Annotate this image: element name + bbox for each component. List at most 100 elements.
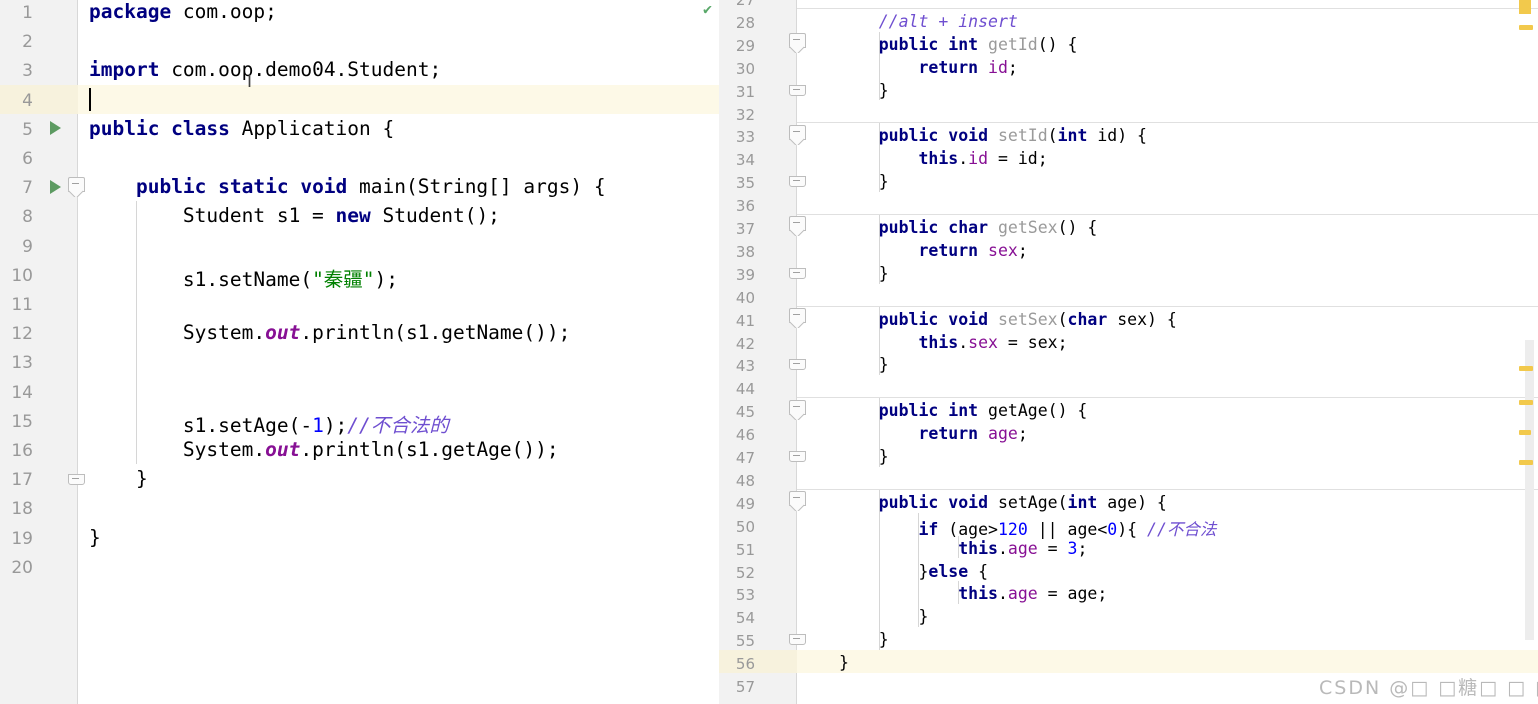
line-number[interactable]: 40: [719, 289, 797, 307]
code-line[interactable]: }: [797, 653, 849, 672]
line-number[interactable]: 48: [719, 472, 797, 490]
code-line[interactable]: }: [797, 264, 889, 283]
line-number[interactable]: 57: [719, 678, 797, 696]
line-number[interactable]: 19: [0, 529, 78, 549]
line-number[interactable]: 36: [719, 197, 797, 215]
fold-end-icon[interactable]: [789, 634, 806, 646]
code-line[interactable]: public int getAge() {: [797, 401, 1088, 420]
line-number[interactable]: 50: [719, 518, 797, 536]
code-line[interactable]: this.age = age;: [797, 584, 1107, 603]
editor-pane-right[interactable]: 27 28 29 30 31 32 33 34 35 36 37 38 39 40 41 42 43 44 45 46…: [719, 0, 1538, 704]
line-number[interactable]: 47: [719, 449, 797, 467]
warning-marker[interactable]: [1519, 25, 1533, 30]
code-line[interactable]: this.id = id;: [797, 149, 1047, 168]
line-number[interactable]: 29: [719, 37, 797, 55]
line-number[interactable]: 28: [719, 14, 797, 32]
line-number[interactable]: 20: [0, 558, 78, 578]
code-line[interactable]: }: [797, 607, 928, 626]
code-line[interactable]: }: [797, 81, 889, 100]
line-number[interactable]: 6: [0, 149, 78, 169]
code-line[interactable]: import com.oop.demo04.Student;: [78, 58, 441, 81]
code-line[interactable]: public void setId(int id) {: [797, 126, 1147, 145]
line-number[interactable]: 17: [0, 470, 78, 490]
fold-end-icon[interactable]: [68, 474, 85, 486]
line-number[interactable]: 37: [719, 220, 797, 238]
code-line[interactable]: package com.oop;: [78, 0, 277, 23]
line-number[interactable]: 51: [719, 541, 797, 559]
code-line[interactable]: this.age = 3;: [797, 539, 1087, 558]
line-number[interactable]: 15: [0, 412, 78, 432]
line-number[interactable]: 46: [719, 426, 797, 444]
code-line[interactable]: if (age>120 || age<0){ //不合法: [797, 516, 1216, 540]
line-number[interactable]: 39: [719, 266, 797, 284]
vertical-scrollbar-thumb[interactable]: [1525, 340, 1534, 640]
line-number[interactable]: 55: [719, 632, 797, 650]
code-line[interactable]: System.out.println(s1.getName());: [78, 321, 570, 344]
code-line[interactable]: public static void main(String[] args) {: [78, 175, 606, 198]
line-number[interactable]: 1: [0, 3, 78, 23]
code-line[interactable]: return age;: [797, 424, 1027, 443]
line-number[interactable]: 42: [719, 335, 797, 353]
code-line[interactable]: s1.setAge(-1);//不合法的: [78, 409, 449, 438]
line-number[interactable]: 2: [0, 32, 78, 52]
code-line[interactable]: this.sex = sex;: [797, 333, 1067, 352]
line-number[interactable]: 8: [0, 207, 78, 227]
code-line[interactable]: //alt + insert: [797, 12, 1018, 31]
run-gutter-arrow-icon[interactable]: [50, 121, 61, 136]
code-line[interactable]: }else {: [797, 562, 988, 581]
code-line[interactable]: }: [797, 447, 889, 466]
line-number[interactable]: 38: [719, 243, 797, 261]
code-content-right[interactable]: //alt + insert public int getId() { retu…: [789, 0, 1538, 704]
line-number[interactable]: 27: [719, 0, 797, 9]
inspection-ok-checkmark-icon[interactable]: ✔: [703, 2, 712, 17]
line-number[interactable]: 53: [719, 586, 797, 604]
line-number[interactable]: 30: [719, 60, 797, 78]
code-line[interactable]: }: [78, 526, 101, 549]
code-line[interactable]: public int getId() {: [797, 35, 1078, 54]
code-line[interactable]: }: [797, 355, 889, 374]
line-number[interactable]: 4: [0, 91, 78, 111]
line-number[interactable]: 45: [719, 403, 797, 421]
line-number-gutter-right[interactable]: 27 28 29 30 31 32 33 34 35 36 37 38 39 40 41 42 43 44 45 46…: [719, 0, 797, 704]
code-line[interactable]: }: [797, 172, 889, 191]
code-line[interactable]: Student s1 = new Student();: [78, 204, 500, 227]
line-number[interactable]: 41: [719, 312, 797, 330]
line-number[interactable]: 13: [0, 353, 78, 373]
line-number[interactable]: 44: [719, 380, 797, 398]
code-line[interactable]: public char getSex() {: [797, 218, 1098, 237]
warning-marker[interactable]: [1519, 366, 1533, 371]
code-line[interactable]: public void setSex(char sex) {: [797, 310, 1177, 329]
code-line[interactable]: }: [797, 630, 889, 649]
line-number[interactable]: 32: [719, 106, 797, 124]
line-number[interactable]: 18: [0, 499, 78, 519]
code-line[interactable]: return sex;: [797, 241, 1027, 260]
line-number[interactable]: 56: [719, 655, 797, 673]
line-number[interactable]: 11: [0, 295, 78, 315]
line-number[interactable]: 54: [719, 609, 797, 627]
line-number[interactable]: 3: [0, 61, 78, 81]
line-number[interactable]: 52: [719, 564, 797, 582]
line-number[interactable]: 35: [719, 174, 797, 192]
warning-marker[interactable]: [1519, 460, 1533, 465]
line-number[interactable]: 12: [0, 324, 78, 344]
code-line[interactable]: System.out.println(s1.getAge());: [78, 438, 559, 461]
code-line[interactable]: public void setAge(int age) {: [797, 493, 1167, 512]
code-content-left[interactable]: package com.oop; import com.oop.demo04.St…: [68, 0, 719, 704]
code-line[interactable]: }: [78, 467, 148, 490]
line-number[interactable]: 9: [0, 237, 78, 257]
line-number[interactable]: 7: [0, 178, 78, 198]
line-number[interactable]: 16: [0, 441, 78, 461]
line-number[interactable]: 5: [0, 120, 78, 140]
line-number[interactable]: 10: [0, 266, 78, 286]
fold-end-icon[interactable]: [789, 450, 806, 462]
code-line[interactable]: return id;: [797, 58, 1017, 77]
fold-end-icon[interactable]: [789, 84, 806, 96]
line-number[interactable]: 31: [719, 83, 797, 101]
fold-end-icon[interactable]: [789, 267, 806, 279]
line-number-gutter-left[interactable]: 1 2 3 4 5 6 7 8 9 10 11 12 13 14 15 16 17 18 19 20: [0, 0, 78, 704]
line-number[interactable]: 14: [0, 383, 78, 403]
code-line[interactable]: public class Application {: [78, 117, 394, 140]
line-number[interactable]: 33: [719, 128, 797, 146]
warning-marker[interactable]: [1519, 400, 1533, 405]
editor-pane-left[interactable]: 1 2 3 4 5 6 7 8 9 10 11 12 13 14 15 16 17 18 19 20 package …: [0, 0, 719, 704]
